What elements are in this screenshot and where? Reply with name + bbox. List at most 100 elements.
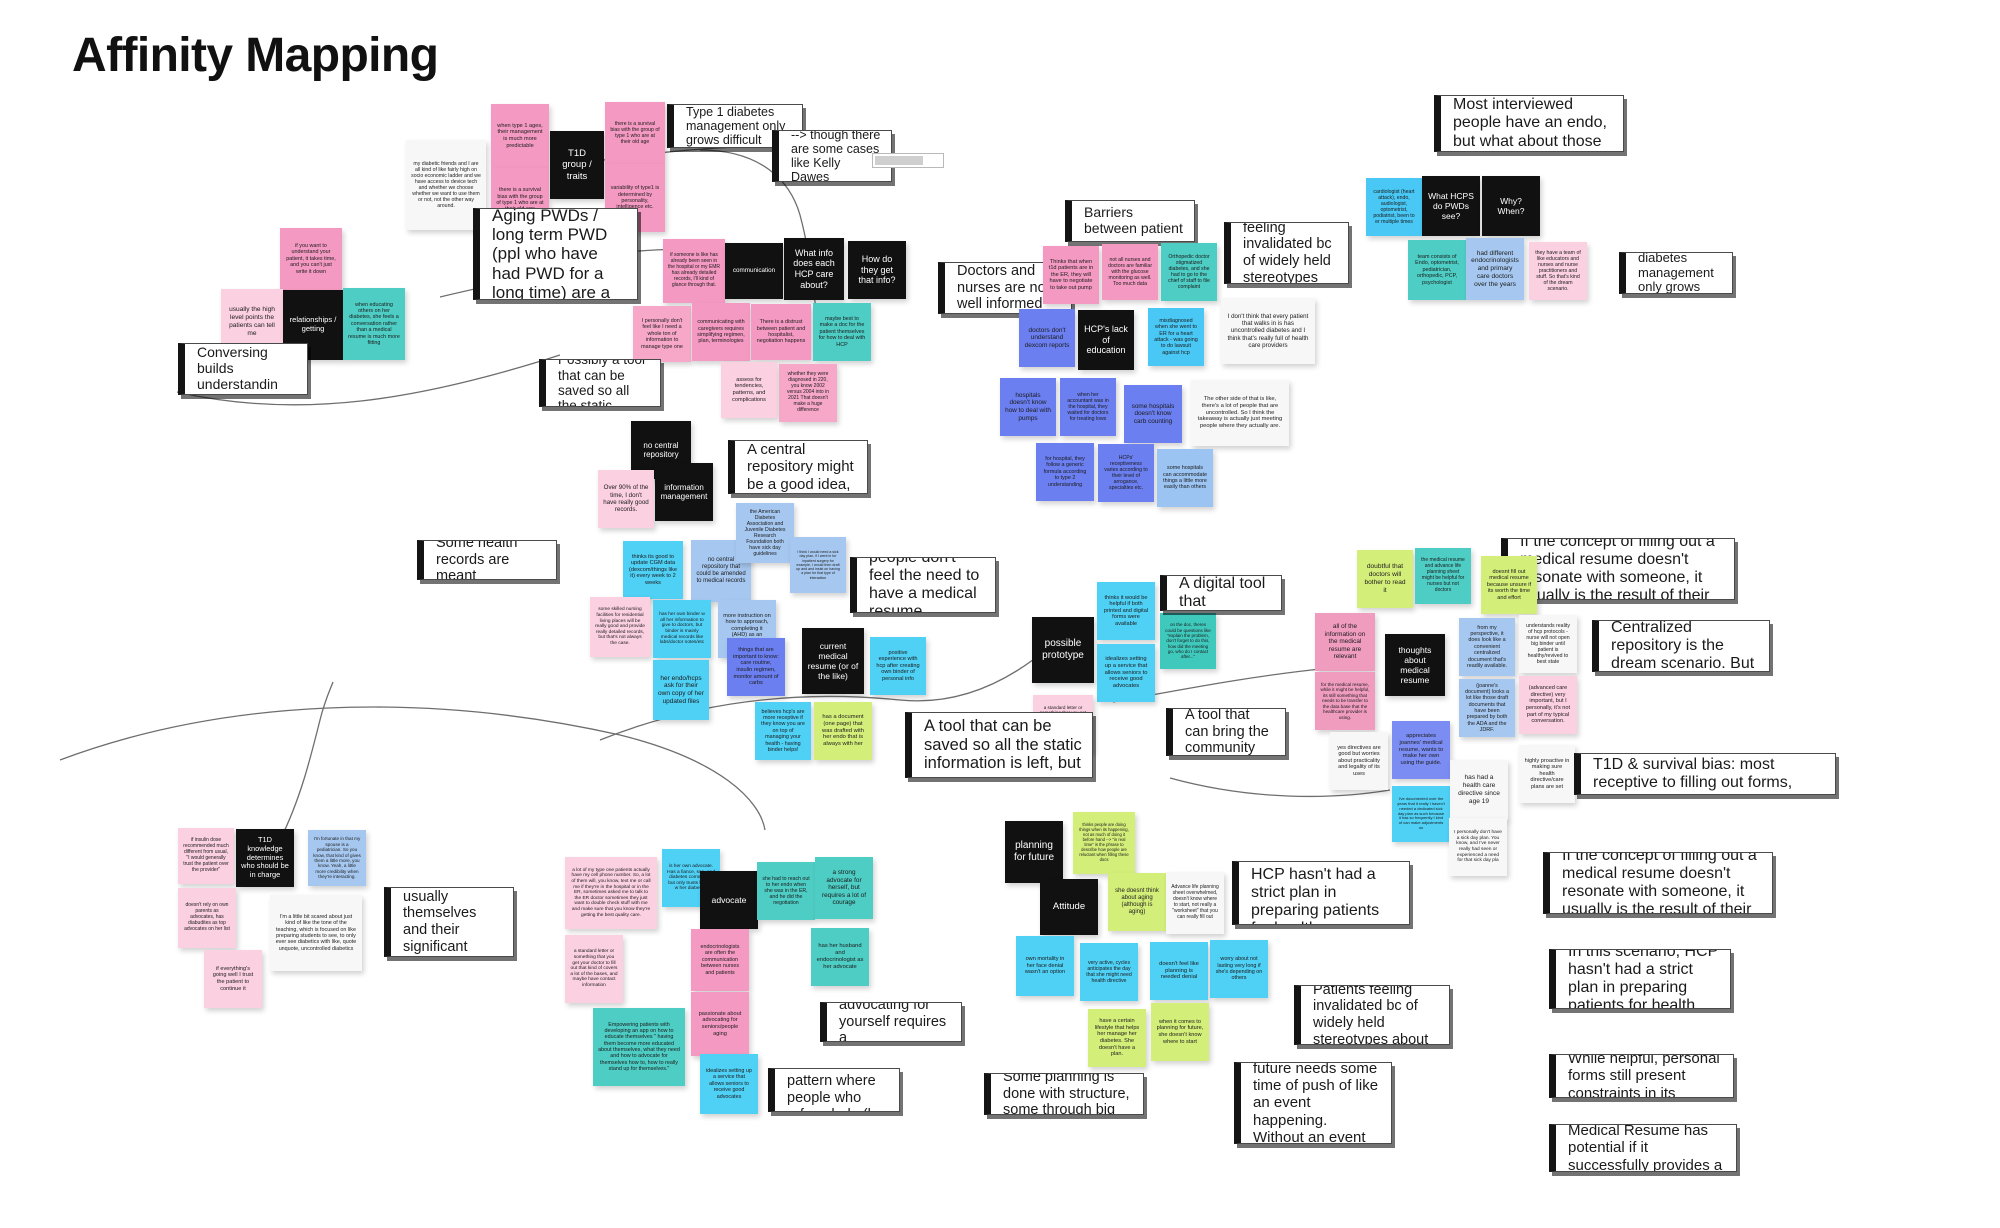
- note-from-my-perspective-convenient[interactable]: from my perspective, it does look like a…: [1459, 618, 1515, 676]
- note-joannes-document-draft[interactable]: (joanne's document) looks a lot like tho…: [1459, 679, 1515, 737]
- note-have-certain-lifestyle-helps[interactable]: have a certain lifestyle that helps her …: [1088, 1009, 1146, 1067]
- note-team-consists-endo[interactable]: team consists of Endo, optometrist, pedi…: [1408, 240, 1466, 300]
- insight-in-this-scenario-hcp-1[interactable]: In this scenario, HCP hasn't had a stric…: [1232, 861, 1410, 925]
- insight-medical-resume-potential[interactable]: Medical Resume has potential if it succe…: [1549, 1124, 1737, 1172]
- note-appreciates-joannes[interactable]: appreciates joannes' medical resume, wan…: [1392, 721, 1450, 779]
- note-doesnt-fill-out-unsure[interactable]: doesnt fill out medical resume because u…: [1481, 556, 1537, 614]
- note-for-hospital-generic-formula[interactable]: for hospital, they follow a generic form…: [1036, 443, 1094, 501]
- note-some-skilled-nursing[interactable]: some skilled nursing facilities for resi…: [590, 597, 650, 657]
- note-when-type1-ages[interactable]: when type 1 ages, their management is mu…: [491, 104, 549, 168]
- cluster-hcp-lack-education[interactable]: HCP's lack of education: [1078, 310, 1134, 370]
- note-all-information-relevant[interactable]: all of the information on the medical re…: [1315, 613, 1375, 671]
- note-misdiagnosed-heart-attack[interactable]: misdiagnosed when she went to ER for a h…: [1148, 308, 1204, 366]
- note-advanced-care-directive[interactable]: (advanced care directive) very important…: [1519, 676, 1577, 734]
- note-doesnt-feel-like-planning[interactable]: doesn't feel like planning is needed den…: [1150, 942, 1208, 1000]
- note-positive-experience-binder[interactable]: positive experience with hcp after creat…: [870, 637, 926, 695]
- note-if-insulin-dose-recommended[interactable]: if insulin dose recommended much differe…: [178, 828, 234, 884]
- insight-barriers-between-patient[interactable]: Barriers between patient: [1065, 200, 1195, 242]
- note-yes-directives-practicality[interactable]: yes directives are good but worries abou…: [1330, 732, 1388, 790]
- insight-a-digital-tool[interactable]: A digital tool that: [1160, 575, 1282, 611]
- note-ive-documented-over-years[interactable]: I've documented over the years that it r…: [1392, 786, 1450, 842]
- note-very-active-cycles-anticipates[interactable]: very active, cycles anticipates the day …: [1080, 943, 1138, 1001]
- cluster-attitude[interactable]: Attitude: [1040, 879, 1098, 935]
- note-maybe-best-doc[interactable]: maybe best to make a doc for the patient…: [813, 303, 871, 361]
- insight-possibly-a-tool[interactable]: Possibly a tool that can be saved so all…: [539, 359, 661, 407]
- note-has-her-own-binder[interactable]: has her own binder w all her information…: [653, 600, 711, 658]
- note-if-someone-seen-hospital[interactable]: if someone is like has already been seen…: [663, 239, 725, 303]
- note-assess-tendencies[interactable]: assess for tendencies, patterns, and com…: [721, 362, 777, 418]
- cluster-hcp-care-about[interactable]: What info does each HCP care about?: [784, 238, 844, 300]
- note-orthopedic-stigmatized[interactable]: Orthopedic doctor stigmatized diabetes, …: [1161, 243, 1217, 301]
- note-if-you-want-understand[interactable]: if you want to understand your patient, …: [280, 228, 342, 290]
- note-survival-bias-b[interactable]: there is a survival bias with the group …: [605, 102, 665, 164]
- insight-planning-future-push[interactable]: Planning for the future needs some time …: [1234, 1062, 1392, 1144]
- note-if-everything-going-well[interactable]: if everything's going well I trust the p…: [204, 950, 262, 1008]
- note-doesnt-rely-own-parents[interactable]: doesn't rely on own parents as advocates…: [178, 888, 236, 948]
- progress-bar[interactable]: [872, 153, 944, 168]
- insight-tool-bring-community[interactable]: A tool that can bring the community: [1166, 708, 1286, 756]
- note-passionate-advocating-seniors[interactable]: passionate about advocating for seniors/…: [691, 992, 749, 1056]
- note-worry-about-not-lasting[interactable]: worry about not lasting very long if she…: [1210, 940, 1268, 998]
- insight-theres-a-pattern[interactable]: There's a pattern where people who refus…: [768, 1068, 900, 1112]
- insight-some-health-records[interactable]: Some health records are meant: [417, 540, 557, 580]
- note-had-different-endos[interactable]: had different endocrinologists and prima…: [1466, 238, 1524, 300]
- note-idealizes-setting-service[interactable]: idealizes setting up a service that allo…: [700, 1054, 758, 1114]
- cluster-t1d-group-traits[interactable]: T1D group / traits: [550, 131, 604, 199]
- note-some-hospitals-accommodate[interactable]: some hospitals can accommodate things a …: [1157, 449, 1213, 507]
- cluster-planning-for-future[interactable]: planning for future: [1005, 821, 1063, 883]
- insight-most-interviewed-endo[interactable]: Most interviewed people have an endo, bu…: [1434, 95, 1624, 152]
- note-doubtful-doctors-read[interactable]: doubtful that doctors will bother to rea…: [1357, 550, 1413, 608]
- note-has-had-health-care-directive[interactable]: has had a health care directive since ag…: [1450, 760, 1508, 820]
- cluster-why-when[interactable]: Why?When?: [1482, 176, 1540, 236]
- note-thinks-good-update-cgm[interactable]: thinks its good to update CGM data (dexc…: [623, 541, 683, 599]
- note-some-hospitals-carb[interactable]: some hospitals doesn't know carb countin…: [1124, 385, 1182, 443]
- note-advance-life-planning-sheet[interactable]: Advance life planning sheet overwhelmed,…: [1166, 872, 1224, 934]
- note-im-fortunate-spouse[interactable]: I'm fortunate in that my spouse is a ped…: [308, 830, 366, 886]
- note-distrust-patient-hospitalist[interactable]: There is a distrust between patient and …: [751, 304, 811, 360]
- note-for-medical-resume-transfer[interactable]: for the medical resume, while it might b…: [1315, 672, 1375, 730]
- insight-concept-filling-resume-2[interactable]: If the concept of filling out a medical …: [1543, 852, 1773, 914]
- insight-type1-grows-difficult-right[interactable]: Type 1 diabetes management only grows di…: [1619, 252, 1733, 294]
- note-hcps-receptiveness-arrogance[interactable]: HCPs' receptiveness varies according to …: [1098, 444, 1154, 502]
- note-communicating-caregivers[interactable]: communicating with caregivers requires s…: [692, 303, 750, 361]
- cluster-thoughts-medical-resume[interactable]: thoughts about medical resume: [1385, 634, 1445, 696]
- note-things-important-know[interactable]: things that are important to know: care …: [727, 638, 785, 696]
- note-strong-advocate-courage[interactable]: a strong advocate for herself, but requi…: [815, 857, 873, 919]
- insight-advocates-are-usually[interactable]: Advocates are usually themselves and the…: [384, 887, 514, 957]
- note-they-have-team-educators[interactable]: they have a team of like educators and n…: [1529, 242, 1587, 300]
- note-american-diabetes-assoc[interactable]: the American Diabetes Association and Ju…: [736, 503, 794, 563]
- note-highly-proactive-health-directive[interactable]: highly proactive in making sure health d…: [1519, 745, 1575, 803]
- note-other-side-uncontrolled[interactable]: The other side of that is like, there's …: [1191, 380, 1289, 446]
- insight-t1d-survival-bias[interactable]: T1D & survival bias: most receptive to f…: [1574, 753, 1836, 795]
- insight-people-dont-feel-need[interactable]: people don't feel the need to have a med…: [850, 557, 996, 613]
- insight-in-this-scenario-hcp-2[interactable]: In this scenario, HCP hasn't had a stric…: [1549, 949, 1731, 1009]
- note-i-personally-dont-feel[interactable]: I personally don't feel like I need a wh…: [633, 306, 691, 362]
- note-own-mortality-in-her-face[interactable]: own mortality in her face denial wasn't …: [1016, 936, 1074, 996]
- note-thinks-people-doing-when-happening[interactable]: thinks people are doing things when its …: [1073, 812, 1135, 874]
- note-she-had-to-reach-out[interactable]: she had to reach out to her endo when sh…: [757, 862, 815, 920]
- insight-patients-feeling-invalidated-bottom[interactable]: Patients feeling invalidated bc of widel…: [1294, 985, 1450, 1045]
- note-whether-diagnosed[interactable]: whether they were diagnosed in 220, you …: [779, 364, 837, 422]
- note-idealizes-service-seniors[interactable]: idealizes setting up a service that allo…: [1097, 644, 1155, 702]
- insight-conversing-builds[interactable]: Conversing builds understandin: [178, 343, 308, 395]
- note-a-standard-letter-something[interactable]: a standard letter or something that you …: [565, 935, 623, 1003]
- note-endocrinologists-communication[interactable]: endocrinologists are often the communica…: [691, 929, 749, 991]
- insight-aging-pwds[interactable]: Aging PWDs / long term PWD (ppl who have…: [473, 208, 638, 300]
- insight-centralized-repository-dream[interactable]: Centralized repository is the dream scen…: [1592, 620, 1770, 672]
- cluster-current-medical-resume[interactable]: current medical resume (or of the like): [802, 628, 864, 694]
- note-on-the-doc-questions[interactable]: on the doc, theres could be questions li…: [1160, 613, 1216, 669]
- cluster-information-management[interactable]: information management: [655, 463, 713, 521]
- cluster-advocate[interactable]: advocate: [700, 871, 758, 929]
- note-hospitals-dont-know-pumps[interactable]: hospitals doesn't know how to deal with …: [1000, 378, 1056, 436]
- note-over-90-percent[interactable]: Over 90% of the time, I don't have reall…: [598, 470, 654, 528]
- note-when-comes-planning-future[interactable]: when it comes to planning for future, sh…: [1151, 1003, 1209, 1061]
- note-not-all-nurses-glucose[interactable]: not all nurses and doctors are familiar …: [1102, 244, 1158, 300]
- note-doctors-dont-understand-dexcom[interactable]: doctors don't understand dexcom reports: [1019, 309, 1075, 367]
- note-im-little-bit-scared[interactable]: I'm a little bit scared about just kind …: [270, 895, 362, 971]
- note-cardiologist-heart-attack[interactable]: cardiologist (heart attack), endo, audio…: [1366, 178, 1422, 236]
- cluster-communication[interactable]: communication: [725, 243, 783, 299]
- insight-central-repository-good-idea[interactable]: A central repository might be a good ide…: [728, 440, 868, 494]
- note-i-dont-think-every-patient[interactable]: I don't think that every patient that wa…: [1221, 298, 1315, 364]
- insight-some-planning-structure[interactable]: Some planning is done with structure, so…: [984, 1073, 1144, 1115]
- cluster-t1d-knowledge[interactable]: T1D knowledge determines who should be i…: [236, 829, 294, 887]
